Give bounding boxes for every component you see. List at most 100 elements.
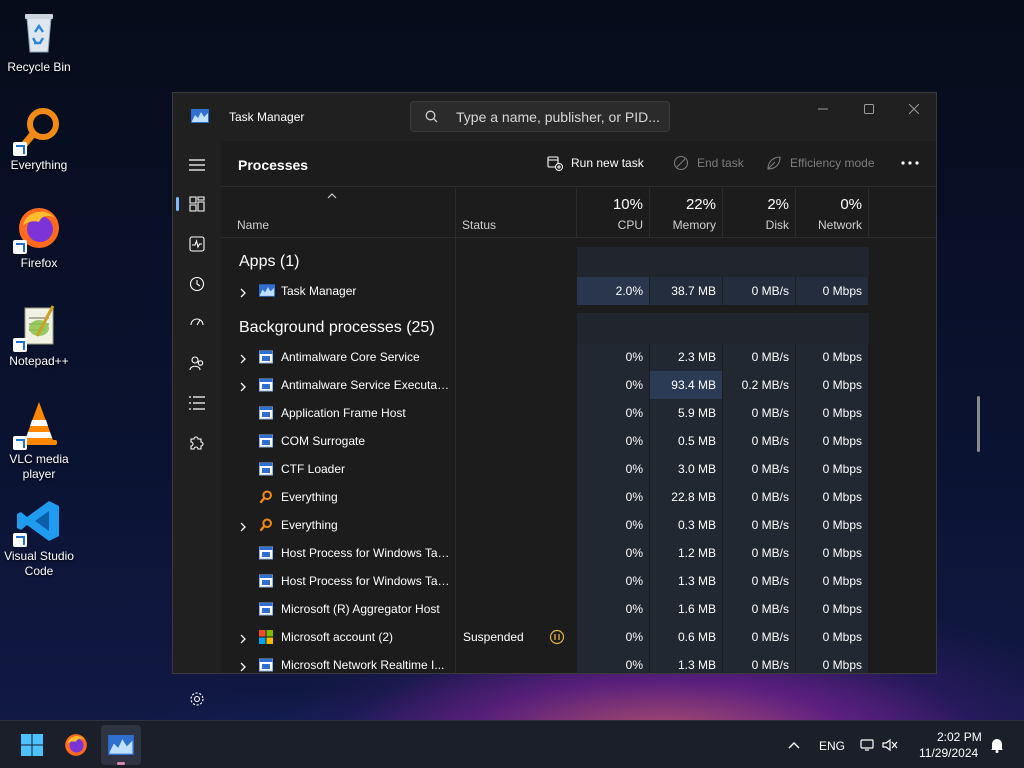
service-icon <box>259 574 273 588</box>
service-icon <box>259 378 273 392</box>
process-row[interactable]: Everything 0% 0.3 MB 0 MB/s 0 Mbps <box>221 511 868 539</box>
task-manager-icon <box>108 735 134 755</box>
nav-services[interactable] <box>179 427 215 459</box>
taskbar-task-manager[interactable] <box>101 725 141 765</box>
chevron-right-icon[interactable] <box>239 285 247 298</box>
efficiency-mode-button[interactable]: Efficiency mode <box>766 155 875 171</box>
settings-gear-icon <box>190 692 204 706</box>
process-row[interactable]: COM Surrogate 0% 0.5 MB 0 MB/s 0 Mbps <box>221 427 868 455</box>
chevron-right-icon[interactable] <box>239 351 247 364</box>
desktop-icon-label: Recycle Bin <box>7 60 71 74</box>
process-network: 0 Mbps <box>796 623 868 651</box>
services-puzzle-icon <box>190 436 204 450</box>
input-language-indicator[interactable]: ENG <box>819 739 845 753</box>
column-disk[interactable]: 2% Disk <box>723 188 795 238</box>
process-row[interactable]: Antimalware Core Service 0% 2.3 MB 0 MB/s 0 … <box>221 343 868 371</box>
desktop-icon-vlc[interactable]: VLC media player <box>0 400 78 482</box>
process-name: CTF Loader <box>281 462 346 476</box>
process-disk: 0 MB/s <box>723 483 795 511</box>
chevron-right-icon[interactable] <box>239 631 247 644</box>
chevron-right-icon[interactable] <box>239 659 247 672</box>
network-volume-tray[interactable] <box>857 725 901 765</box>
end-task-button[interactable]: End task <box>673 155 744 171</box>
notifications-button[interactable] <box>984 725 1010 765</box>
shortcut-arrow-icon <box>13 338 27 352</box>
process-name: Microsoft (R) Aggregator Host <box>281 602 440 616</box>
start-button[interactable] <box>12 725 52 765</box>
process-row[interactable]: CTF Loader 0% 3.0 MB 0 MB/s 0 Mbps <box>221 455 868 483</box>
taskbar-firefox[interactable] <box>56 725 96 765</box>
process-memory: 2.3 MB <box>650 343 722 371</box>
chevron-right-icon[interactable] <box>239 519 247 532</box>
nav-startup-apps[interactable] <box>179 307 215 339</box>
process-row[interactable]: Task Manager 2.0% 38.7 MB 0 MB/s 0 Mbps <box>221 277 868 305</box>
column-divider <box>576 188 577 238</box>
process-row[interactable]: Antimalware Service Executable 0% 93.4 MB 0… <box>221 371 868 399</box>
column-cpu[interactable]: 10% CPU <box>577 188 649 238</box>
search-input[interactable] <box>456 108 661 126</box>
processes-page: Processes Run new task End task Efficien… <box>221 141 980 673</box>
desktop-icon-firefox[interactable]: Firefox <box>0 204 78 271</box>
column-name[interactable]: Name <box>221 188 455 238</box>
process-name: Task Manager <box>281 284 357 298</box>
nav-users[interactable] <box>179 347 215 379</box>
service-icon <box>259 546 273 560</box>
process-name: Host Process for Windows Tasks <box>281 574 451 588</box>
process-row[interactable]: Microsoft account (2) Suspended 0% 0.6 MB 0 … <box>221 623 868 651</box>
section-header: Apps (1) <box>239 253 300 270</box>
nav-details[interactable] <box>179 387 215 419</box>
taskbar: ENG 2:02 PM 11/29/2024 <box>0 720 1024 768</box>
process-row[interactable]: Host Process for Windows Tasks 0% 1.3 MB 0 … <box>221 567 868 595</box>
nav-settings[interactable] <box>179 683 215 715</box>
desktop-icon-recycle-bin[interactable]: Recycle Bin <box>0 8 78 75</box>
more-options-button[interactable] <box>901 154 921 174</box>
process-name: Everything <box>281 518 338 532</box>
close-button[interactable] <box>891 93 937 125</box>
show-hidden-icons-button[interactable] <box>774 725 814 765</box>
process-cpu: 0% <box>577 511 649 539</box>
leaf-icon <box>767 156 781 170</box>
desktop-icon-notepadpp[interactable]: Notepad++ <box>0 302 78 369</box>
memory-total: 22% <box>685 196 716 213</box>
desktop-icon-everything[interactable]: Everything <box>0 106 78 173</box>
nav-app-history[interactable] <box>179 268 215 300</box>
service-icon <box>259 602 273 616</box>
notepad-plus-plus-icon <box>13 302 63 352</box>
column-divider <box>868 188 869 238</box>
process-cpu: 0% <box>577 651 649 673</box>
process-memory: 1.2 MB <box>650 539 722 567</box>
minimize-button[interactable] <box>800 93 846 125</box>
search-box[interactable] <box>410 101 670 132</box>
cpu-total: 10% <box>612 196 643 213</box>
process-row[interactable]: Application Frame Host 0% 5.9 MB 0 MB/s 0 Mb… <box>221 399 868 427</box>
hamburger-menu-button[interactable] <box>179 149 215 181</box>
vertical-scrollbar[interactable] <box>977 396 980 452</box>
column-network[interactable]: 0% Network <box>796 188 868 238</box>
process-name: Antimalware Core Service <box>281 350 420 364</box>
nav-processes[interactable] <box>176 188 215 220</box>
process-cpu: 0% <box>577 483 649 511</box>
everything-icon <box>259 490 273 504</box>
clock-date[interactable]: 11/29/2024 <box>919 746 978 760</box>
details-list-icon <box>189 396 205 410</box>
run-new-task-button[interactable]: Run new task <box>547 155 644 171</box>
process-network: 0 Mbps <box>796 651 868 673</box>
nav-performance[interactable] <box>179 228 215 260</box>
clock-time[interactable]: 2:02 PM <box>937 730 982 744</box>
process-name: Everything <box>281 490 338 504</box>
process-row[interactable]: Host Process for Windows Tasks 0% 1.2 MB 0 … <box>221 539 868 567</box>
run-task-icon <box>547 156 563 171</box>
column-memory[interactable]: 22% Memory <box>650 188 722 238</box>
process-row[interactable]: Everything 0% 22.8 MB 0 MB/s 0 Mbps <box>221 483 868 511</box>
volume-muted-icon <box>882 738 898 752</box>
process-cpu: 0% <box>577 539 649 567</box>
performance-icon <box>189 236 205 252</box>
desktop-icon-vscode[interactable]: Visual Studio Code <box>0 497 78 579</box>
chevron-right-icon[interactable] <box>239 379 247 392</box>
process-row[interactable]: Microsoft (R) Aggregator Host 0% 1.6 MB 0 M… <box>221 595 868 623</box>
process-row[interactable]: Microsoft Network Realtime I... 0% 1.3 MB 0… <box>221 651 868 673</box>
column-status[interactable]: Status <box>456 188 576 238</box>
maximize-button[interactable] <box>846 93 892 125</box>
title-bar[interactable]: Task Manager <box>173 93 936 141</box>
maximize-icon <box>864 104 874 114</box>
